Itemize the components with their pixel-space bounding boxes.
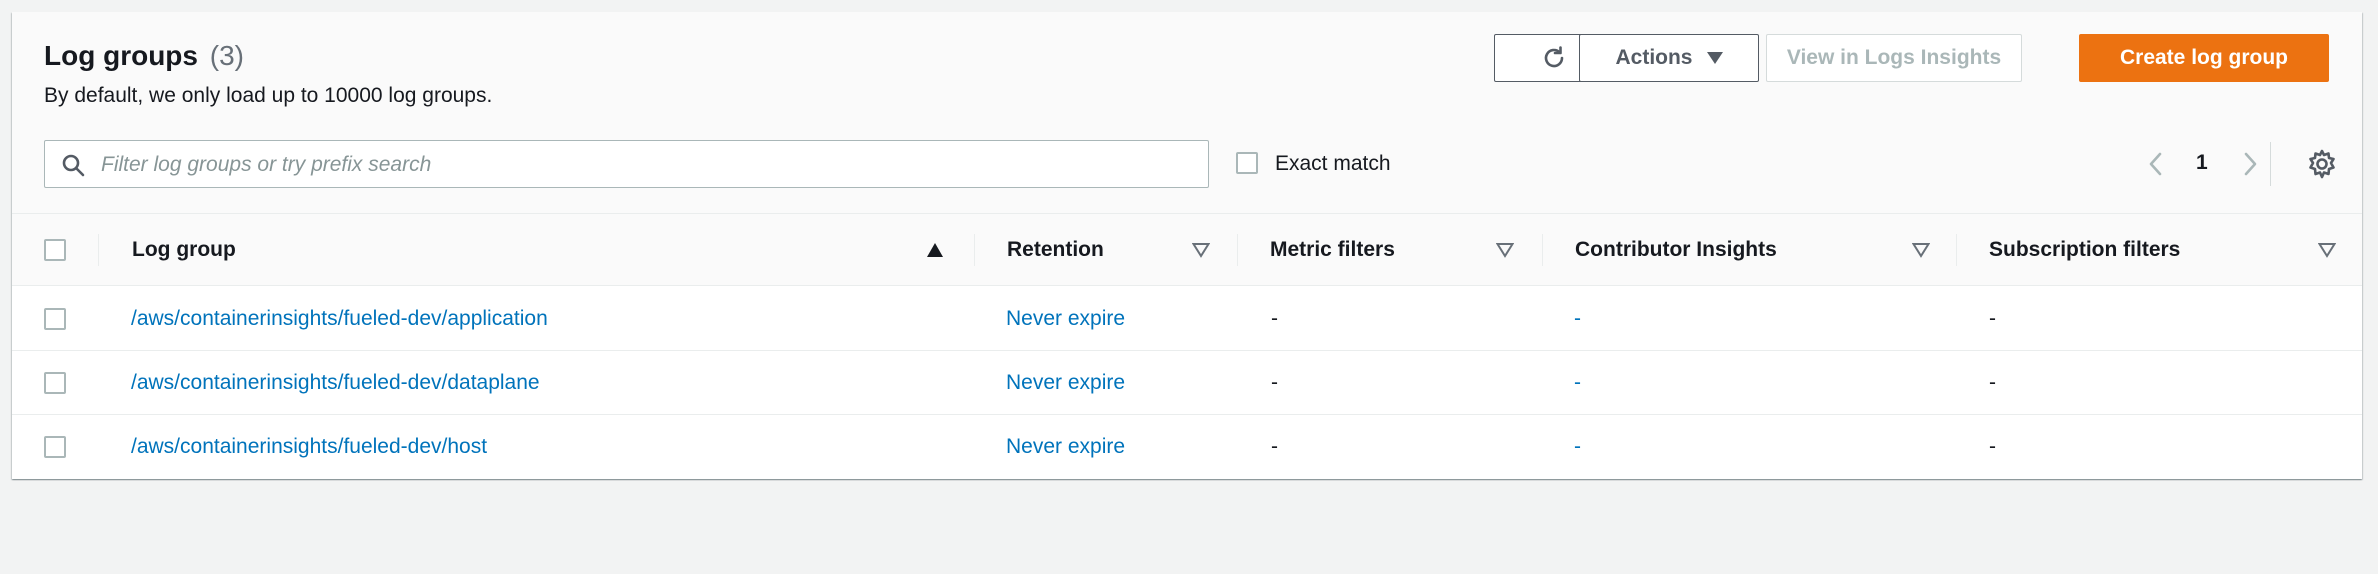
retention-link[interactable]: Never expire	[1006, 371, 1125, 395]
log-group-count: (3)	[209, 40, 244, 71]
column-header-metric-filters[interactable]: Metric filters	[1270, 238, 1395, 262]
subscription-filters-value: -	[1989, 307, 1996, 330]
page-title-text: Log groups	[44, 40, 198, 71]
retention-link[interactable]: Never expire	[1006, 307, 1125, 331]
column-separator	[1956, 234, 1957, 266]
column-header-retention[interactable]: Retention	[1007, 238, 1104, 262]
log-group-link[interactable]: /aws/containerinsights/fueled-dev/host	[131, 435, 487, 459]
sort-icon[interactable]	[1496, 242, 1514, 258]
search-icon	[62, 154, 85, 177]
page-title: Log groups (3)	[44, 40, 244, 72]
column-separator	[1237, 234, 1238, 266]
column-separator	[98, 234, 99, 266]
sort-icon[interactable]	[2318, 242, 2336, 258]
caret-down-icon	[1706, 52, 1723, 64]
sort-ascending-icon[interactable]	[926, 242, 944, 258]
chevron-right-icon[interactable]	[2236, 150, 2264, 178]
contributor-insights-link[interactable]: -	[1574, 307, 1581, 331]
exact-match-label: Exact match	[1275, 152, 1391, 175]
column-separator	[1542, 234, 1543, 266]
metric-filters-value: -	[1271, 371, 1278, 394]
view-in-logs-insights-button[interactable]: View in Logs Insights	[1766, 34, 2022, 82]
pager-divider	[2270, 142, 2271, 186]
column-header-subscription-filters[interactable]: Subscription filters	[1989, 238, 2180, 262]
gear-icon[interactable]	[2306, 148, 2338, 180]
metric-filters-value: -	[1271, 435, 1278, 458]
row-checkbox[interactable]	[44, 308, 66, 330]
page-number[interactable]: 1	[2196, 151, 2208, 175]
create-log-group-button[interactable]: Create log group	[2079, 34, 2329, 82]
search-input[interactable]: Filter log groups or try prefix search	[44, 140, 1209, 188]
search-placeholder: Filter log groups or try prefix search	[101, 153, 432, 176]
metric-filters-value: -	[1271, 307, 1278, 330]
log-group-link[interactable]: /aws/containerinsights/fueled-dev/datapl…	[131, 371, 540, 395]
sort-icon[interactable]	[1192, 242, 1210, 258]
table-header: Log group Retention Metric filters Contr…	[12, 214, 2362, 286]
row-checkbox[interactable]	[44, 436, 66, 458]
log-groups-panel: Log groups (3) By default, we only load …	[12, 12, 2362, 479]
exact-match-checkbox[interactable]	[1236, 152, 1258, 174]
column-header-log-group[interactable]: Log group	[132, 238, 236, 262]
row-checkbox[interactable]	[44, 372, 66, 394]
panel-header: Log groups (3) By default, we only load …	[12, 12, 2362, 214]
subscription-filters-value: -	[1989, 371, 1996, 394]
subscription-filters-value: -	[1989, 435, 1996, 458]
retention-link[interactable]: Never expire	[1006, 435, 1125, 459]
select-all-checkbox[interactable]	[44, 239, 66, 261]
table-row: /aws/containerinsights/fueled-dev/host N…	[12, 415, 2362, 479]
refresh-icon	[1544, 46, 1564, 68]
sort-icon[interactable]	[1912, 242, 1930, 258]
chevron-left-icon[interactable]	[2142, 150, 2170, 178]
column-separator	[974, 234, 975, 266]
actions-label: Actions	[1615, 46, 1693, 69]
column-header-contributor-insights[interactable]: Contributor Insights	[1575, 238, 1777, 262]
page-description: By default, we only load up to 10000 log…	[44, 84, 493, 107]
table-row: /aws/containerinsights/fueled-dev/applic…	[12, 287, 2362, 351]
table-row: /aws/containerinsights/fueled-dev/datapl…	[12, 351, 2362, 415]
actions-dropdown[interactable]: Actions	[1579, 34, 1759, 82]
log-group-link[interactable]: /aws/containerinsights/fueled-dev/applic…	[131, 307, 548, 331]
contributor-insights-link[interactable]: -	[1574, 371, 1581, 395]
contributor-insights-link[interactable]: -	[1574, 435, 1581, 459]
